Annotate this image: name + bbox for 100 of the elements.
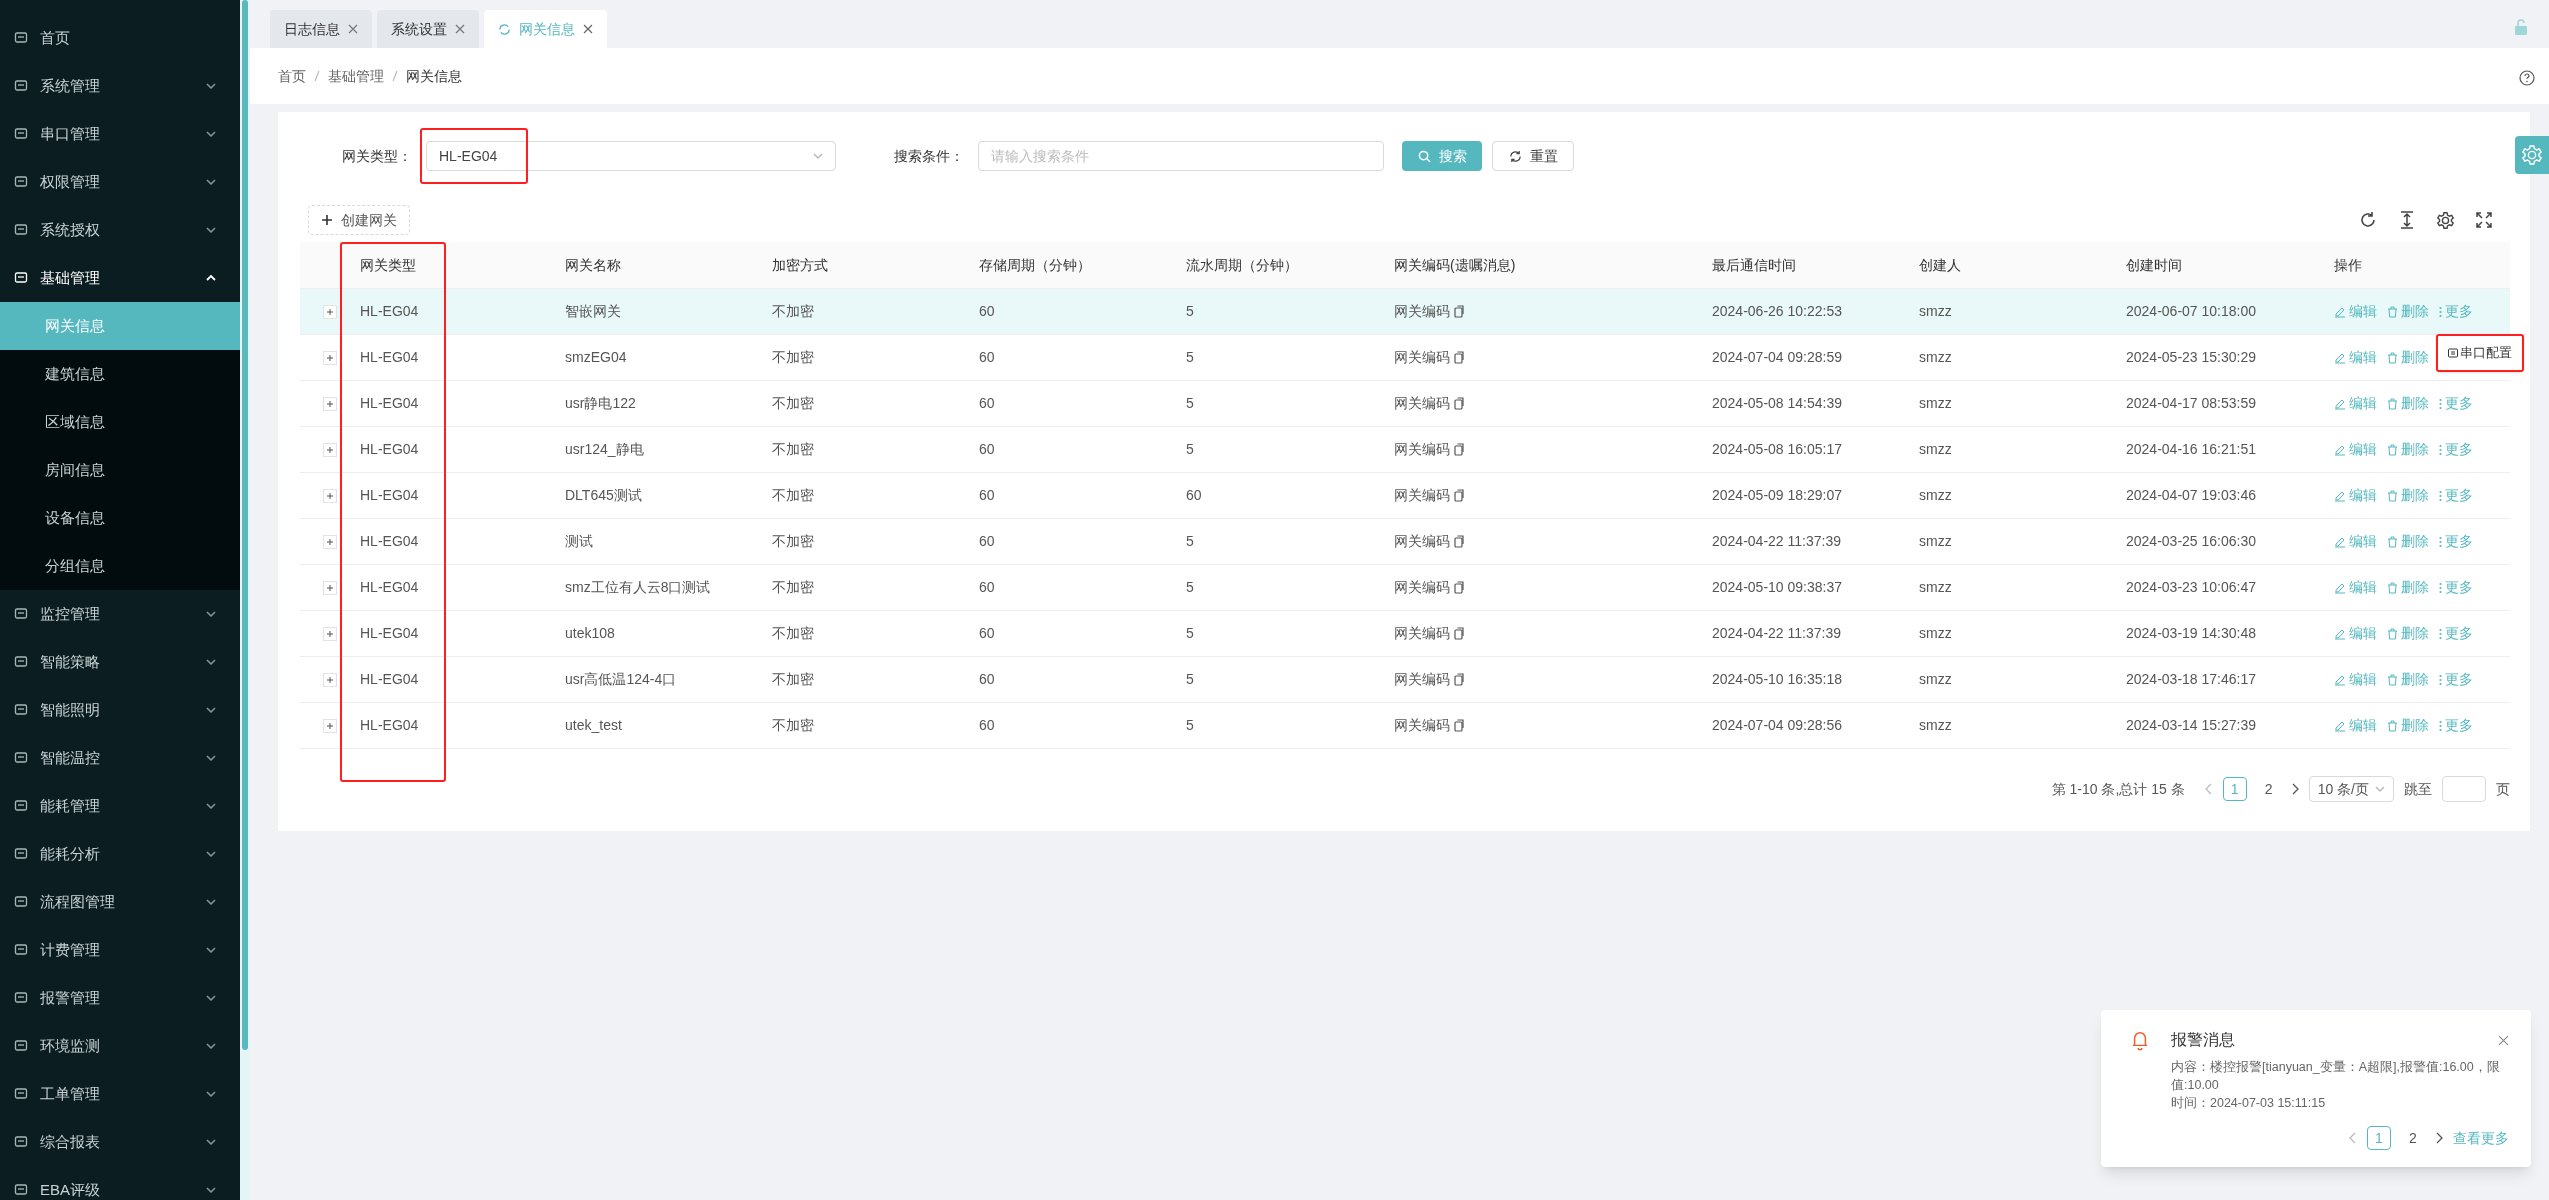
tab[interactable]: 日志信息 [270, 10, 372, 48]
page-number-field[interactable] [2442, 776, 2486, 802]
previous-page-icon[interactable] [2204, 783, 2213, 795]
table-cell-text: 2024-04-22 11:37:39 [1712, 624, 1841, 643]
close-icon[interactable] [583, 24, 593, 34]
copy-icon[interactable] [1454, 351, 1465, 364]
page-button[interactable]: 2 [2401, 1126, 2425, 1150]
sidebar-item[interactable]: 能耗管理 [0, 782, 240, 830]
sidebar-item[interactable]: 系统授权 [0, 206, 240, 254]
fullscreen-icon[interactable] [2476, 212, 2492, 228]
previous-page-icon[interactable] [2349, 1132, 2357, 1144]
settings-icon[interactable] [2437, 211, 2454, 229]
table-cell-text: smzz [1919, 624, 1952, 643]
table-cell-text: 5 [1186, 302, 1194, 321]
table-cell-text: HL-EG04 [360, 302, 419, 321]
sidebar-item[interactable]: 系统管理 [0, 62, 240, 110]
menu-icon [14, 127, 28, 141]
expand-icon[interactable] [323, 442, 337, 457]
expand-icon[interactable] [323, 350, 337, 365]
sidebar-item[interactable]: 报警管理 [0, 974, 240, 1022]
pencil-icon [2334, 397, 2346, 410]
copy-icon[interactable] [1454, 397, 1465, 410]
expand-icon[interactable] [323, 626, 337, 641]
sidebar-item[interactable]: 监控管理 [0, 590, 240, 638]
sidebar-item[interactable]: 智能温控 [0, 734, 240, 782]
table-cell-text: 60 [979, 578, 995, 597]
close-icon[interactable] [455, 24, 465, 34]
pencil-icon [2334, 443, 2346, 456]
tab[interactable]: 系统设置 [377, 10, 479, 48]
copy-icon[interactable] [1454, 719, 1465, 732]
refresh-icon[interactable] [2359, 211, 2377, 229]
sidebar-scrollbar[interactable] [240, 0, 250, 1200]
copy-icon[interactable] [1454, 627, 1465, 640]
expand-icon[interactable] [323, 580, 337, 595]
sidebar-item[interactable]: 权限管理 [0, 158, 240, 206]
table-cell-text: smz工位有人云8口测试 [565, 578, 711, 597]
table-cell-text: HL-EG04 [360, 394, 419, 413]
chevron-down-icon [813, 151, 823, 161]
expand-icon[interactable] [323, 396, 337, 411]
sidebar-item[interactable]: 环境监测 [0, 1022, 240, 1070]
sidebar-item[interactable]: 工单管理 [0, 1070, 240, 1118]
breadcrumb-item[interactable]: 基础管理 [328, 65, 384, 87]
submenu-item[interactable]: 设备信息 [0, 494, 240, 542]
table-cell-text: 网关编码 [1394, 302, 1450, 321]
submenu-item[interactable]: 建筑信息 [0, 350, 240, 398]
expand-icon[interactable] [323, 534, 337, 549]
table-row[interactable]: HL-EG04 智嵌网关 不加密 60 5 网关编码 2024-06-26 10:22:53 smzz 2024-06-07 10:18:00 编辑 删除 更多 [300, 289, 2510, 335]
chevron-down-icon [206, 657, 216, 667]
sidebar-item[interactable]: 计费管理 [0, 926, 240, 974]
column-header: 操作 [2334, 256, 2362, 273]
trash-icon [2387, 627, 2398, 640]
sidebar-item[interactable]: 智能策略 [0, 638, 240, 686]
copy-icon[interactable] [1454, 535, 1465, 548]
breadcrumb-item[interactable]: 首页 [278, 65, 306, 87]
field-label: 网关类型： [342, 146, 412, 166]
submenu-item[interactable]: 分组信息 [0, 542, 240, 590]
sidebar-item[interactable]: 流程图管理 [0, 878, 240, 926]
dropdown-menu-item[interactable]: 串口配置 [2436, 334, 2524, 372]
sidebar-item[interactable]: 基础管理 [0, 254, 240, 302]
help-icon[interactable] [2519, 70, 2535, 86]
expand-icon[interactable] [323, 304, 337, 319]
create-button[interactable]: 创建网关 [308, 205, 410, 235]
sidebar-item[interactable]: EBA评级 [0, 1166, 240, 1200]
close-icon[interactable] [348, 24, 358, 34]
table-cell-text: 不加密 [772, 394, 814, 413]
expand-icon[interactable] [323, 672, 337, 687]
table-cell-text: HL-EG04 [360, 578, 419, 597]
submenu-item[interactable]: 区域信息 [0, 398, 240, 446]
table-cell-text: HL-EG04 [360, 532, 419, 551]
sidebar-item[interactable]: 串口管理 [0, 110, 240, 158]
sidebar-item[interactable]: 综合报表 [0, 1118, 240, 1166]
reset-button[interactable]: 重置 [1492, 141, 1574, 171]
copy-icon[interactable] [1454, 443, 1465, 456]
table-cell-text: smzz [1919, 716, 1952, 735]
pencil-icon [2334, 351, 2346, 364]
table-cell-text: 不加密 [772, 532, 814, 551]
close-icon[interactable] [2498, 1034, 2509, 1046]
trash-icon [2387, 581, 2398, 594]
copy-icon[interactable] [1454, 305, 1465, 318]
copy-icon[interactable] [1454, 489, 1465, 502]
settings-tab[interactable] [2515, 136, 2549, 174]
chevron-down-icon [206, 177, 216, 187]
next-page-icon[interactable] [2435, 1132, 2443, 1144]
copy-icon[interactable] [1454, 673, 1465, 686]
gateway-type-select[interactable]: HL-EG04 [426, 141, 836, 171]
search-icon [1417, 149, 1431, 163]
page-size-select[interactable]: 10 条/页 [2308, 776, 2394, 802]
menu-icon [14, 175, 28, 189]
page-button[interactable]: 2 [2256, 777, 2281, 801]
next-page-icon[interactable] [2290, 783, 2299, 795]
search-field[interactable]: 请输入搜索条件 [978, 141, 1384, 171]
expand-icon[interactable] [323, 718, 337, 733]
menu-icon [14, 895, 28, 909]
expand-icon[interactable] [323, 488, 337, 503]
sidebar-item[interactable]: 能耗分析 [0, 830, 240, 878]
column-height-icon[interactable] [2399, 211, 2415, 229]
copy-icon[interactable] [1454, 581, 1465, 594]
submenu-item[interactable]: 房间信息 [0, 446, 240, 494]
sidebar-item[interactable]: 首页 [0, 14, 240, 62]
sidebar-item[interactable]: 智能照明 [0, 686, 240, 734]
